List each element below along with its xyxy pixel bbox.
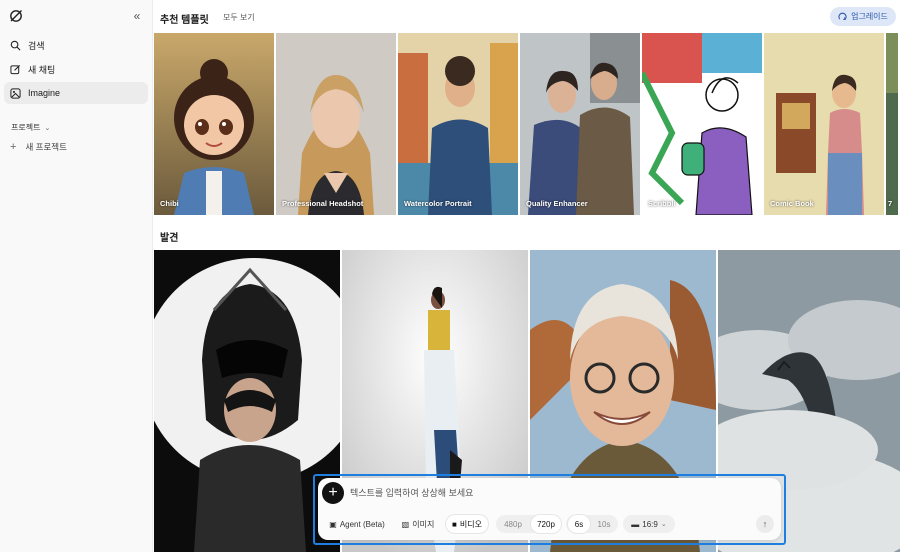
resolution-480p-label: 480p xyxy=(504,519,522,529)
sidebar-item-label: Imagine xyxy=(28,88,61,98)
mode-video-button[interactable]: ■ 비디오 xyxy=(446,515,488,533)
scribbli-image xyxy=(642,33,762,215)
aspect-ratio-label: 16:9 xyxy=(642,519,658,529)
collapse-sidebar-icon[interactable]: « xyxy=(130,9,144,23)
duration-10s-label: 10s xyxy=(597,519,611,529)
projects-section-label: 프로젝트 xyxy=(11,123,41,132)
edit-icon xyxy=(10,64,21,74)
logo-icon[interactable] xyxy=(9,9,23,23)
template-label: Comic Book xyxy=(770,199,814,208)
see-all-link[interactable]: 모두 보기 xyxy=(223,12,255,23)
recommended-templates-title: 추천 템플릿 xyxy=(160,15,209,26)
sidebar-item-label: 새 채팅 xyxy=(28,64,56,75)
template-label: Quality Enhancer xyxy=(526,199,588,208)
projects-section-toggle[interactable]: 프로젝트 ⌄ xyxy=(11,122,50,133)
chevron-down-icon: ⌄ xyxy=(44,124,51,132)
template-card-watercolor-portrait[interactable]: Watercolor Portrait xyxy=(398,33,518,215)
template-label: Scribbli xyxy=(648,199,676,208)
search-icon xyxy=(10,40,21,50)
template-card-comic-book[interactable]: Comic Book xyxy=(764,33,884,215)
upgrade-icon xyxy=(838,12,847,21)
partial-template-image xyxy=(886,33,898,215)
agent-mode-toggle[interactable]: ▣ Agent (Beta) xyxy=(324,515,390,533)
quality-enhancer-image xyxy=(520,33,640,215)
chevron-down-icon: ⌄ xyxy=(660,521,667,528)
sidebar: « 검색 새 채팅 Imagine 프로젝트 ⌄ + 새 프로젝트 xyxy=(0,0,153,552)
prompt-composer: + ▣ Agent (Beta) ▧ 이미지 ■ 비디오 480p 720p 6… xyxy=(318,478,781,540)
template-card-chibi[interactable]: Chibi xyxy=(154,33,274,215)
mode-video-label: 비디오 xyxy=(459,519,482,529)
mode-image-label: 이미지 xyxy=(412,519,435,529)
watercolor-image xyxy=(398,33,518,215)
add-attachment-button[interactable]: + xyxy=(322,482,344,504)
template-card-scribbli[interactable]: Scribbli xyxy=(642,33,762,215)
upgrade-button[interactable]: 업그레이드 xyxy=(830,7,896,26)
upgrade-label: 업그레이드 xyxy=(851,12,888,21)
send-button[interactable]: ↑ xyxy=(756,515,774,533)
new-project-label: 새 프로젝트 xyxy=(25,142,67,152)
aspect-ratio-select[interactable]: ▬ 16:9 ⌄ xyxy=(623,515,675,533)
aspect-ratio-icon: ▬ xyxy=(631,519,640,529)
template-label: Watercolor Portrait xyxy=(404,199,472,208)
template-label: Professional Headshot xyxy=(282,199,364,208)
template-label: Chibi xyxy=(160,199,179,208)
resolution-720p-button[interactable]: 720p xyxy=(531,515,561,533)
discover-title: 발견 xyxy=(160,233,179,244)
arrow-up-icon: ↑ xyxy=(762,519,768,529)
duration-6s-button[interactable]: 6s xyxy=(568,515,590,533)
sidebar-item-label: 검색 xyxy=(28,40,45,51)
agent-icon: ▣ xyxy=(329,519,337,529)
template-card-quality-enhancer[interactable]: Quality Enhancer xyxy=(520,33,640,215)
duration-10s-button[interactable]: 10s xyxy=(593,515,615,533)
duration-6s-label: 6s xyxy=(574,519,584,529)
prompt-input[interactable] xyxy=(350,485,750,501)
sidebar-item-new-chat[interactable]: 새 채팅 xyxy=(4,58,148,80)
imagine-icon xyxy=(10,87,21,99)
sidebar-item-search[interactable]: 검색 xyxy=(4,34,148,56)
agent-label: Agent (Beta) xyxy=(339,519,385,529)
image-icon: ▧ xyxy=(401,519,410,529)
new-project-button[interactable]: + 새 프로젝트 xyxy=(10,141,67,153)
resolution-720p-label: 720p xyxy=(537,519,555,529)
plus-icon: + xyxy=(10,141,17,153)
mode-image-button[interactable]: ▧ 이미지 xyxy=(398,515,438,533)
comic-book-image xyxy=(764,33,884,215)
template-card-partial[interactable]: 7 xyxy=(886,33,898,215)
sidebar-item-imagine[interactable]: Imagine xyxy=(4,82,148,104)
template-card-professional-headshot[interactable]: Professional Headshot xyxy=(276,33,396,215)
template-row: Chibi Professional Headshot Watercolor P… xyxy=(154,33,898,215)
video-icon: ■ xyxy=(452,519,457,529)
chibi-image xyxy=(154,33,274,215)
template-label: 7 xyxy=(888,199,893,208)
resolution-480p-button[interactable]: 480p xyxy=(498,515,528,533)
headshot-image xyxy=(276,33,396,215)
